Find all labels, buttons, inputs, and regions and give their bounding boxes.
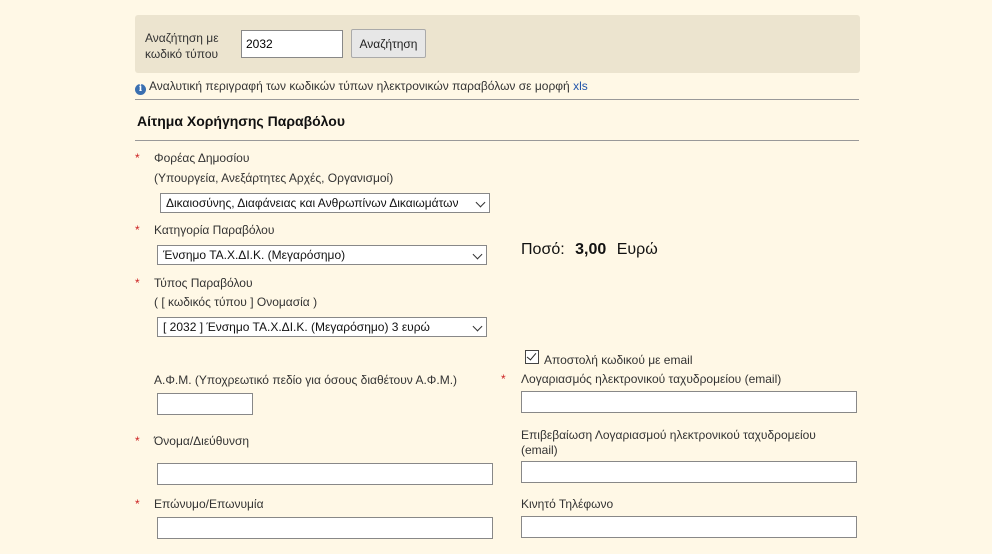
search-panel: Αναζήτηση με κωδικό τύπου Αναζήτηση bbox=[135, 15, 860, 73]
amount-display: Ποσό: 3,00 Ευρώ bbox=[521, 241, 658, 259]
public-body-label: Φορέας Δημοσίου bbox=[154, 151, 250, 165]
afm-input[interactable] bbox=[157, 393, 253, 415]
name-address-label: Όνομα/Διεύθυνση bbox=[154, 434, 250, 448]
search-button[interactable]: Αναζήτηση bbox=[351, 29, 426, 58]
type-label: Τύπος Παραβόλου bbox=[154, 276, 253, 290]
required-mark: * bbox=[135, 434, 140, 448]
checkmark-icon bbox=[526, 350, 537, 361]
email-confirm-input[interactable] bbox=[521, 461, 857, 483]
search-label: Αναζήτηση με κωδικό τύπου bbox=[145, 31, 219, 61]
required-mark: * bbox=[501, 372, 506, 386]
amount-label: Ποσό: bbox=[521, 241, 565, 258]
required-mark: * bbox=[135, 497, 140, 511]
mobile-input[interactable] bbox=[521, 516, 857, 538]
required-mark: * bbox=[135, 223, 140, 237]
info-line: i Αναλυτική περιγραφή των κωδικών τύπων η… bbox=[135, 79, 588, 95]
public-body-selected: Δικαιοσύνης, Διαφάνειας και Ανθρωπίνων Δ… bbox=[166, 196, 459, 210]
required-mark: * bbox=[135, 276, 140, 290]
info-icon: i bbox=[135, 84, 146, 95]
email-input[interactable] bbox=[521, 391, 857, 413]
email-label: Λογαριασμός ηλεκτρονικού ταχυδρομείου (e… bbox=[521, 372, 782, 386]
mobile-label: Κινητό Τηλέφωνο bbox=[521, 497, 614, 511]
send-code-email-checkbox[interactable] bbox=[525, 350, 539, 364]
divider bbox=[135, 140, 859, 141]
amount-value: 3,00 bbox=[575, 241, 607, 258]
send-code-email-label: Αποστολή κωδικού με email bbox=[544, 353, 693, 367]
surname-label: Επώνυμο/Επωνυμία bbox=[154, 497, 264, 511]
form-title: Αίτημα Χορήγησης Παραβόλου bbox=[137, 113, 345, 129]
category-selected: Ένσημο ΤΑ.Χ.ΔΙ.Κ. (Μεγαρόσημο) bbox=[163, 248, 346, 262]
public-body-sublabel: (Υπουργεία, Ανεξάρτητες Αρχές, Οργανισμο… bbox=[154, 171, 394, 185]
chevron-down-icon bbox=[472, 321, 483, 332]
divider bbox=[135, 99, 859, 100]
chevron-down-icon bbox=[472, 249, 483, 260]
info-text: Αναλυτική περιγραφή των κωδικών τύπων ηλ… bbox=[149, 79, 570, 93]
chevron-down-icon bbox=[475, 197, 486, 208]
category-label: Κατηγορία Παραβόλου bbox=[154, 223, 275, 237]
type-sublabel: ( [ κωδικός τύπου ] Ονομασία ) bbox=[154, 295, 318, 309]
public-body-select[interactable]: Δικαιοσύνης, Διαφάνειας και Ανθρωπίνων Δ… bbox=[160, 193, 490, 213]
type-selected: [ 2032 ] Ένσημο ΤΑ.Χ.ΔΙ.Κ. (Μεγαρόσημο) … bbox=[163, 320, 430, 334]
required-mark: * bbox=[135, 151, 140, 165]
amount-currency: Ευρώ bbox=[616, 241, 658, 258]
afm-label: Α.Φ.Μ. (Υποχρεωτικό πεδίο για όσους διαθ… bbox=[154, 373, 458, 387]
surname-input[interactable] bbox=[157, 517, 493, 539]
name-address-input[interactable] bbox=[157, 463, 493, 485]
xls-link[interactable]: xls bbox=[573, 79, 588, 93]
search-input[interactable] bbox=[241, 30, 343, 58]
email-confirm-label: Επιβεβαίωση Λογαριασμού ηλεκτρονικού ταχ… bbox=[521, 428, 816, 457]
type-select[interactable]: [ 2032 ] Ένσημο ΤΑ.Χ.ΔΙ.Κ. (Μεγαρόσημο) … bbox=[157, 317, 487, 337]
category-select[interactable]: Ένσημο ΤΑ.Χ.ΔΙ.Κ. (Μεγαρόσημο) bbox=[157, 245, 487, 265]
